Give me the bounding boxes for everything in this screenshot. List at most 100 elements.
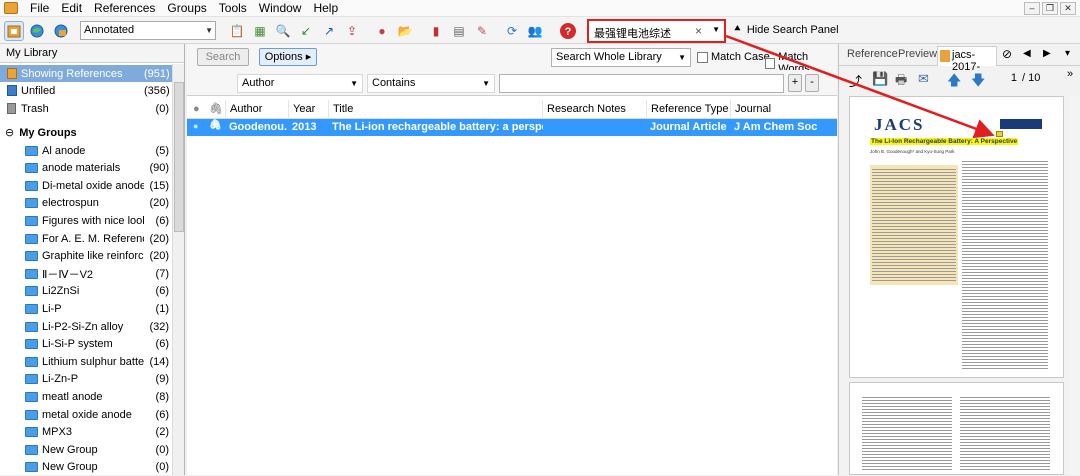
group-item[interactable]: Figures with nice look (6): [0, 212, 172, 229]
group-item[interactable]: Li-P (1): [0, 300, 172, 317]
group-item[interactable]: Al anode (5): [0, 142, 172, 159]
menu-edit[interactable]: Edit: [55, 0, 88, 16]
menu-groups[interactable]: Groups: [161, 0, 212, 16]
collapse-minus-icon[interactable]: ⊖: [5, 126, 14, 139]
add-search-row-button[interactable]: +: [788, 74, 802, 92]
preview-scrollbar[interactable]: [1069, 96, 1080, 475]
group-item[interactable]: meatl anode (8): [0, 388, 172, 405]
pdf-page-2[interactable]: [849, 382, 1064, 475]
pdf-page-1[interactable]: JACS The Li-Ion Rechargeable Battery: A …: [849, 96, 1064, 378]
group-item[interactable]: electrospun (20): [0, 195, 172, 212]
attachment-icon[interactable]: 🖇: [209, 102, 223, 115]
col-year[interactable]: Year: [288, 100, 328, 119]
pdf-text-line: [872, 226, 956, 227]
col-title[interactable]: Title: [328, 100, 543, 119]
search-scope-select[interactable]: Search Whole Library ▼: [551, 48, 691, 67]
search-button[interactable]: Search: [197, 48, 249, 66]
find-full-text-icon[interactable]: 🔍: [273, 21, 293, 41]
table-row[interactable]: ● 🖇 Goodenou... 2013 The Li-ion recharge…: [187, 119, 837, 136]
tab-reference[interactable]: Reference: [847, 48, 898, 60]
restore-icon[interactable]: ❐: [1042, 1, 1058, 15]
more-tools-icon[interactable]: »: [1067, 68, 1073, 80]
unfiled-item[interactable]: Unfiled (356): [0, 82, 172, 99]
search-dropdown-icon[interactable]: ▼: [712, 25, 720, 34]
group-item[interactable]: Di-metal oxide anode (15): [0, 177, 172, 194]
showing-references-item[interactable]: Showing References (951): [0, 65, 172, 82]
note-annotation-icon[interactable]: [996, 131, 1003, 137]
tab-pdf-file[interactable]: jacs-2017-: [937, 46, 997, 73]
search-operator-select[interactable]: Contains ▼: [367, 74, 495, 93]
menu-tools[interactable]: Tools: [213, 0, 253, 16]
my-groups-header[interactable]: ⊖ My Groups: [0, 124, 172, 141]
col-journal[interactable]: Journal: [730, 100, 837, 119]
pdf-text-line: [960, 430, 1050, 431]
library-header[interactable]: My Library: [0, 44, 184, 63]
online-search-mode-icon[interactable]: [27, 21, 47, 41]
open-link-icon[interactable]: ⇪: [342, 21, 362, 41]
online-icon[interactable]: ●: [372, 21, 392, 41]
manuscript-matcher-icon[interactable]: ✎: [472, 21, 492, 41]
next-tab-icon[interactable]: ▶: [1043, 48, 1051, 59]
hide-search-panel-button[interactable]: ⯅ Hide Search Panel: [733, 23, 839, 36]
integrated-library-mode-icon[interactable]: [51, 21, 71, 41]
output-style-select[interactable]: Annotated ▼: [80, 21, 216, 40]
remove-search-row-button[interactable]: -: [805, 74, 819, 92]
pdf-text-line: [872, 205, 956, 206]
group-item[interactable]: Ⅱ－Ⅳ－V2 (7): [0, 265, 172, 282]
match-case-checkbox[interactable]: Match Case: [697, 51, 770, 63]
tab-menu-icon[interactable]: ▾: [1065, 48, 1070, 59]
page-number-input[interactable]: 1: [993, 72, 1017, 84]
col-reference-type[interactable]: Reference Type: [646, 100, 731, 119]
pdf-text-line: [962, 290, 1048, 291]
import-icon[interactable]: ↙: [296, 21, 316, 41]
edit-reference-icon[interactable]: ▤: [449, 21, 469, 41]
next-page-icon[interactable]: 🡇: [971, 70, 985, 94]
print-icon[interactable]: 🖶: [895, 71, 907, 93]
insert-citation-icon[interactable]: 📋: [227, 21, 247, 41]
group-item[interactable]: Li-Si-P system (6): [0, 336, 172, 353]
group-item[interactable]: For A. E. M. References(20): [0, 230, 172, 247]
groups-scrollbar[interactable]: [172, 64, 184, 475]
group-item[interactable]: anode materials (90): [0, 160, 172, 177]
new-reference-icon[interactable]: ▮: [426, 21, 446, 41]
export-icon[interactable]: ↗: [319, 21, 339, 41]
open-external-icon[interactable]: ⤴: [849, 71, 862, 90]
menu-window[interactable]: Window: [253, 0, 308, 16]
group-item[interactable]: MPX3 (2): [0, 424, 172, 441]
col-research-notes[interactable]: Research Notes: [542, 100, 646, 119]
menu-file[interactable]: File: [24, 0, 55, 16]
format-bibliography-icon[interactable]: ▦: [250, 21, 270, 41]
quick-search-input[interactable]: 最强锂电池综述 × ▼: [587, 19, 726, 43]
clear-search-icon[interactable]: ×: [695, 24, 702, 38]
pdf-text-line: [962, 167, 1048, 168]
search-term-input[interactable]: [499, 74, 784, 93]
group-item[interactable]: Li-Zn-P (9): [0, 371, 172, 388]
group-item[interactable]: New Group (0): [0, 441, 172, 458]
sync-icon[interactable]: ⟳: [502, 21, 522, 41]
options-button[interactable]: Options ▸: [259, 48, 317, 66]
prev-tab-icon[interactable]: ◀: [1023, 48, 1031, 59]
email-icon[interactable]: ✉: [918, 71, 929, 87]
menu-references[interactable]: References: [88, 0, 161, 16]
local-library-mode-icon[interactable]: [4, 21, 24, 41]
group-item[interactable]: Graphite like reinforcin...(20): [0, 248, 172, 265]
help-icon[interactable]: ?: [558, 21, 578, 41]
col-author[interactable]: Author: [225, 100, 287, 119]
minimize-icon[interactable]: –: [1024, 1, 1040, 15]
group-item[interactable]: New Group (0): [0, 459, 172, 476]
tab-preview[interactable]: Preview: [898, 48, 937, 60]
share-icon[interactable]: 👥: [525, 21, 545, 41]
open-folder-icon[interactable]: 📂: [395, 21, 415, 41]
read-status-icon[interactable]: ●: [193, 103, 200, 115]
menu-help[interactable]: Help: [307, 0, 344, 16]
save-icon[interactable]: 💾: [872, 71, 888, 87]
trash-item[interactable]: Trash (0): [0, 100, 172, 117]
close-icon[interactable]: ✕: [1060, 1, 1076, 15]
group-item[interactable]: Lithium sulphur battery (14): [0, 353, 172, 370]
previous-page-icon[interactable]: 🡅: [947, 70, 961, 94]
group-item[interactable]: metal oxide anode (6): [0, 406, 172, 423]
group-item[interactable]: Li-P2-Si-Zn alloy (32): [0, 318, 172, 335]
search-field-select[interactable]: Author ▼: [237, 74, 363, 93]
group-item[interactable]: Li2ZnSi (6): [0, 283, 172, 300]
paperclip-icon[interactable]: ⊘: [1002, 47, 1012, 61]
